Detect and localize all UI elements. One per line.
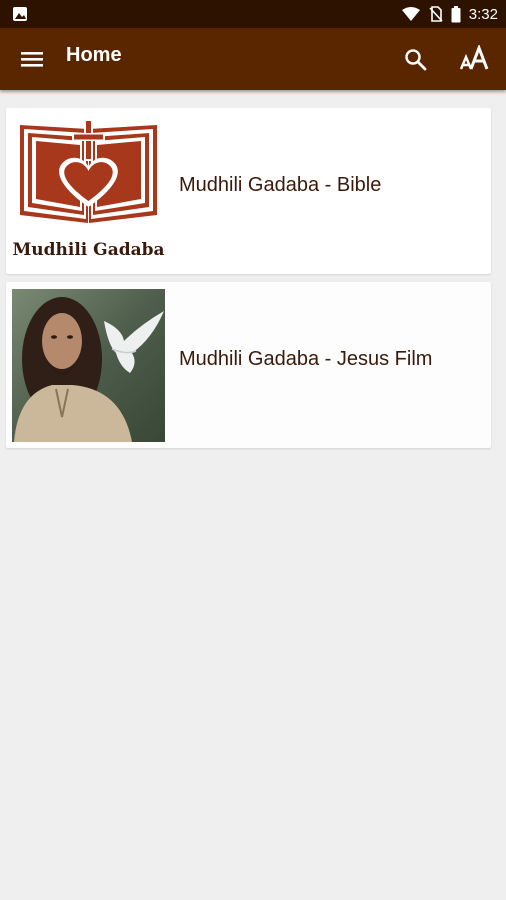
list-item-title: Mudhili Gadaba - Jesus Film xyxy=(179,348,433,370)
no-sim-icon xyxy=(429,6,443,22)
font-size-icon[interactable] xyxy=(459,45,491,73)
jesus-with-dove-photo-icon xyxy=(12,289,165,442)
status-bar: 3:32 xyxy=(0,0,506,28)
search-icon[interactable] xyxy=(403,47,429,73)
status-time: 3:32 xyxy=(468,5,498,23)
logo-caption: Mudhili Gadaba xyxy=(12,240,165,260)
status-icons: 3:32 xyxy=(401,5,498,23)
list-item-bible[interactable]: Mudhili Gadaba Mudhili Gadaba - Bible xyxy=(6,108,491,274)
wifi-icon xyxy=(401,7,420,21)
battery-icon xyxy=(451,5,461,22)
bible-thumbnail: Mudhili Gadaba xyxy=(12,115,165,268)
jesus-film-thumbnail xyxy=(12,289,165,442)
app-bar: Home xyxy=(0,28,506,90)
image-icon xyxy=(13,7,27,21)
list-item-jesus-film[interactable]: Mudhili Gadaba - Jesus Film xyxy=(6,282,491,448)
page-title: Home xyxy=(66,44,122,66)
list-item-title: Mudhili Gadaba - Bible xyxy=(179,174,382,196)
hamburger-menu-icon[interactable] xyxy=(18,47,46,71)
